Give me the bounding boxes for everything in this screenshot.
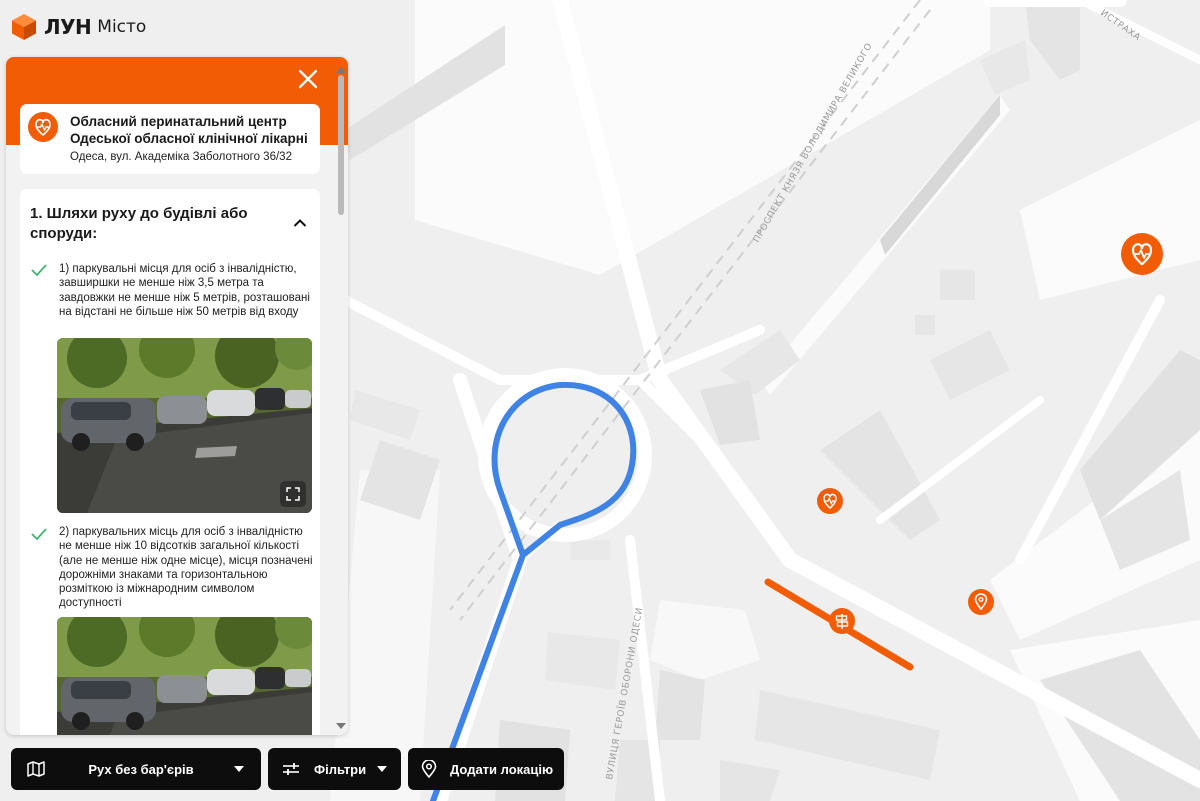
location-card: Обласний перинатальний центр Одеської об… <box>20 104 320 174</box>
parking-lot-photo[interactable] <box>57 617 312 735</box>
requirement-text: 2) паркувальних місць для осіб з інвалід… <box>59 526 313 610</box>
map-icon <box>11 761 61 777</box>
location-title: Обласний перинатальний центр Одеської об… <box>70 114 308 146</box>
logo-brand-text: ЛУН <box>44 15 92 39</box>
info-panel: Обласний перинатальний центр Одеської об… <box>6 57 348 735</box>
building <box>915 315 935 335</box>
signpost-marker[interactable] <box>829 608 855 634</box>
expand-icon <box>286 487 300 501</box>
caret-down-icon <box>221 766 257 772</box>
filters-button[interactable]: Фільтри <box>268 748 401 790</box>
sliders-icon <box>268 762 314 776</box>
filters-label: Фільтри <box>314 761 367 777</box>
location-address: Одеса, вул. Академіка Заболотного 36/32 <box>70 151 292 163</box>
close-button[interactable] <box>294 65 322 93</box>
requirement-text: 1) паркувальні місця для осіб з інвалідн… <box>59 263 310 318</box>
location-marker[interactable] <box>968 589 994 615</box>
section-title: 1. Шляхи руху до будівлі або споруди: <box>30 205 248 242</box>
building <box>570 540 610 560</box>
accessibility-section: 1. Шляхи руху до будівлі або споруди: 1)… <box>20 189 320 735</box>
mode-select-label: Рух без бар'єрів <box>88 761 194 777</box>
scroll-down-arrow-icon <box>336 723 346 729</box>
expand-photo-button[interactable] <box>280 481 306 507</box>
building <box>545 632 620 690</box>
chevron-up-icon <box>293 219 307 227</box>
heart-pulse-icon <box>28 112 58 142</box>
parking-lot-photo[interactable] <box>57 338 312 513</box>
collapse-button[interactable] <box>290 213 310 233</box>
heart-pulse-marker[interactable] <box>1121 233 1163 275</box>
building <box>655 670 705 740</box>
close-icon <box>298 69 318 89</box>
parking-lot-image <box>57 338 312 513</box>
cube-logo-icon <box>12 14 36 40</box>
app-logo[interactable]: ЛУН Місто <box>10 13 146 41</box>
panel-scrollbar[interactable] <box>336 67 346 729</box>
scrollbar-thumb[interactable] <box>338 75 344 215</box>
check-icon <box>31 528 47 541</box>
check-icon <box>31 264 47 277</box>
add-location-label: Додати локацію <box>450 761 554 777</box>
scroll-up-arrow-icon <box>336 67 346 73</box>
map-pin-icon <box>408 760 450 778</box>
heart-pulse-marker[interactable] <box>817 488 843 514</box>
caret-down-icon <box>366 766 398 772</box>
building <box>940 270 975 300</box>
add-location-button[interactable]: Додати локацію <box>408 748 564 790</box>
parking-lot-image <box>57 617 312 735</box>
mode-select-button[interactable]: Рух без бар'єрів <box>11 748 261 790</box>
logo-product-text: Місто <box>97 17 147 37</box>
